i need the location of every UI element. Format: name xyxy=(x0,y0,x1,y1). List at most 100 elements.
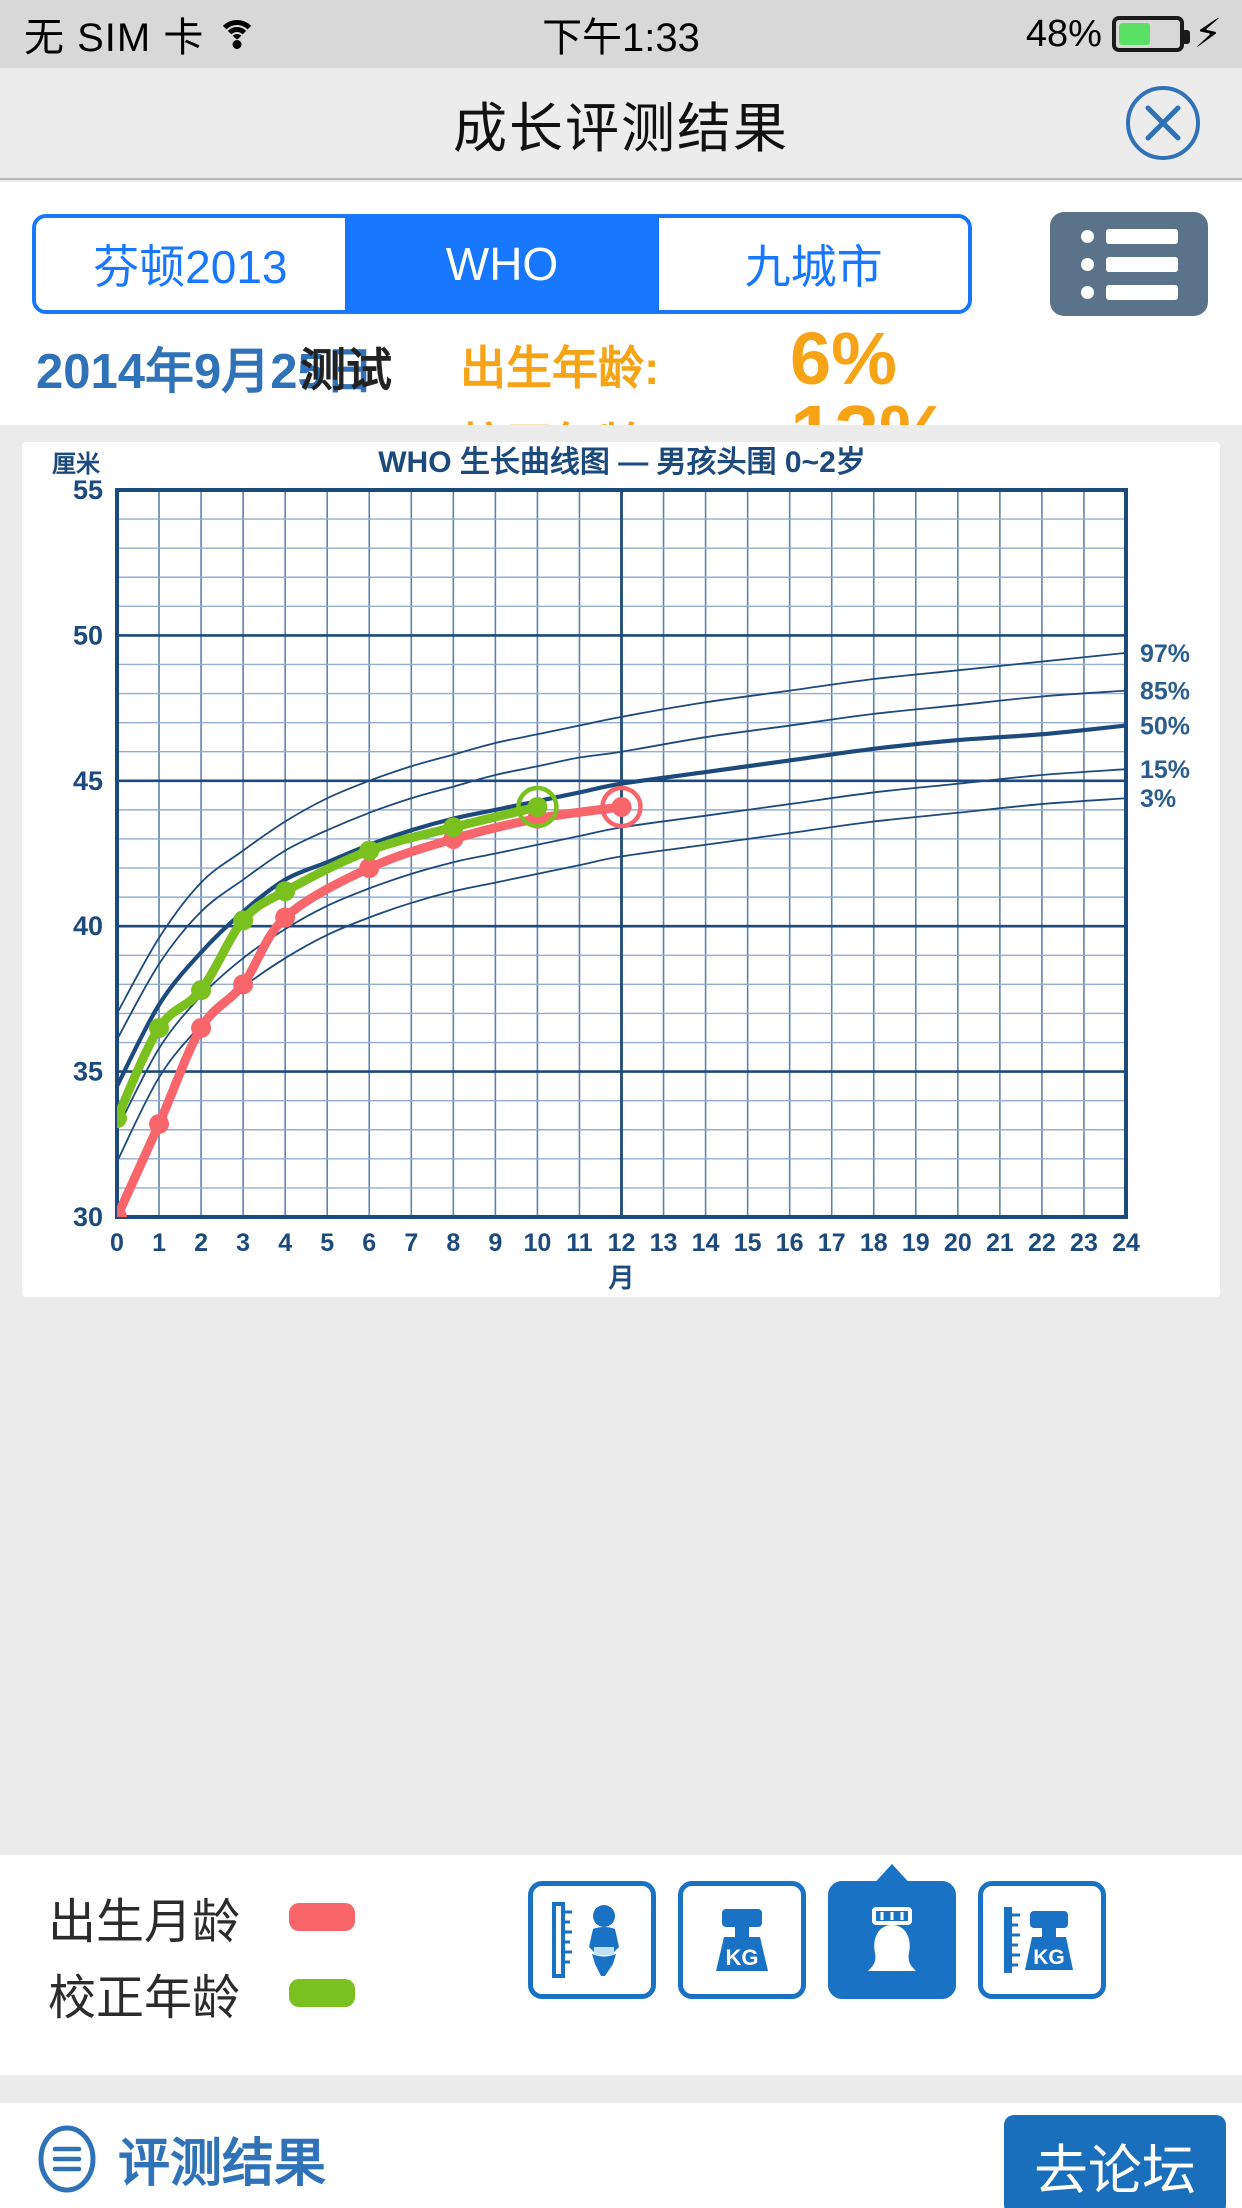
status-bar-right: 48% ⚡ xyxy=(1026,0,1222,68)
x-tick-label: 24 xyxy=(1112,1229,1140,1257)
x-tick-label: 5 xyxy=(320,1229,334,1257)
x-tick-label: 6 xyxy=(362,1229,376,1257)
x-tick-label: 2 xyxy=(194,1229,208,1257)
x-tick-label: 13 xyxy=(650,1229,678,1257)
data-point-birth-age xyxy=(611,796,632,817)
data-point-birth-age xyxy=(191,1017,212,1038)
legend-label-corrected-age: 校正年龄 xyxy=(48,1972,241,2025)
nav-bar: 成长评测结果 xyxy=(0,68,1242,180)
data-point-birth-age xyxy=(275,907,296,928)
x-tick-label: 16 xyxy=(776,1229,804,1257)
clock-label: 下午1:33 xyxy=(542,16,700,60)
x-tick-label: 12 xyxy=(608,1229,636,1257)
svg-text:KG: KG xyxy=(1033,1946,1065,1969)
tab-who[interactable]: WHO xyxy=(344,218,657,310)
legend-swatch-corrected-age xyxy=(289,1979,355,2007)
x-axis-ticks: 0 1 2 3 4 5 6 7 8 9 10 11 12 13 14 15 16 17 18 19 20 21 22 23 24 xyxy=(110,1229,1140,1257)
data-point-birth-age xyxy=(359,858,380,879)
series-legend: 出生月龄 校正年龄 xyxy=(48,1879,355,2031)
bottom-spacer xyxy=(0,2075,1242,2103)
y-tick-label: 30 xyxy=(73,1202,103,1232)
data-point-corrected-age xyxy=(117,1108,127,1129)
chart-unit-label: 厘米 xyxy=(52,451,100,478)
y-tick-label: 50 xyxy=(73,620,103,650)
length-weight-kg-icon[interactable]: KG xyxy=(978,1881,1106,1999)
status-bar: 无 SIM 卡 下午1:33 48% ⚡ xyxy=(0,0,1242,68)
go-to-forum-button[interactable]: 去论坛 xyxy=(1004,2115,1226,2208)
percentile-label-97pct: 97% xyxy=(1140,640,1190,668)
growth-chart-card[interactable]: 厘米 WHO 生长曲线图 — 男孩头围 0~2岁 30 35 40 45 50 55 0 1 2 3 4… xyxy=(22,442,1220,1297)
x-tick-label: 19 xyxy=(902,1229,930,1257)
x-tick-label: 23 xyxy=(1070,1229,1098,1257)
info-panel: 芬顿2013 WHO 九城市 2014年9月25日 测试 出生年龄: 6% 校正… xyxy=(0,182,1242,474)
legend-panel: 出生月龄 校正年龄 KG KG xyxy=(0,1855,1242,2075)
percentile-label-85pct: 85% xyxy=(1140,678,1190,706)
y-tick-label: 40 xyxy=(73,911,103,941)
data-point-corrected-age xyxy=(443,817,464,838)
birth-age-label: 出生年龄: xyxy=(460,342,660,394)
y-axis-ticks: 30 35 40 45 50 55 xyxy=(73,475,103,1232)
x-tick-label: 3 xyxy=(236,1229,250,1257)
percentile-label-3pct: 3% xyxy=(1140,785,1176,813)
percentile-label-50pct: 50% xyxy=(1140,713,1190,741)
tab-nine-cities[interactable]: 九城市 xyxy=(656,218,968,310)
y-tick-label: 45 xyxy=(73,766,103,796)
x-tick-label: 11 xyxy=(566,1229,593,1257)
list-menu-button[interactable] xyxy=(1050,212,1208,316)
result-list-icon xyxy=(36,2124,98,2194)
x-tick-label: 21 xyxy=(986,1229,1014,1257)
chart-title: WHO 生长曲线图 — 男孩头围 0~2岁 xyxy=(378,445,866,479)
baby-weight-kg-icon[interactable]: KG xyxy=(678,1881,806,1999)
battery-icon xyxy=(1111,16,1190,52)
x-tick-label: 9 xyxy=(488,1229,502,1257)
birth-age-value: 6% xyxy=(790,317,897,400)
lightning-bolt-icon: ⚡ xyxy=(1193,12,1222,56)
x-tick-label: 18 xyxy=(860,1229,888,1257)
y-tick-label: 35 xyxy=(73,1057,103,1087)
data-point-corrected-age xyxy=(359,840,380,861)
legend-item-birth-age: 出生月龄 xyxy=(48,1879,355,1955)
data-point-birth-age xyxy=(117,1207,127,1217)
page-title: 成长评测结果 xyxy=(453,98,789,159)
x-tick-label: 7 xyxy=(404,1229,418,1257)
chart-area: 厘米 WHO 生长曲线图 — 男孩头围 0~2岁 30 35 40 45 50 55 0 1 2 3 4… xyxy=(0,425,1242,1825)
data-point-corrected-age xyxy=(527,796,548,817)
x-tick-label: 10 xyxy=(524,1229,552,1257)
standard-selector-tabs: 芬顿2013 WHO 九城市 xyxy=(32,214,972,314)
close-circle-icon[interactable] xyxy=(1126,86,1200,160)
x-axis-label: 月 xyxy=(607,1263,634,1293)
percentile-labels: 97% 85% 50% 15%3% xyxy=(1140,640,1190,813)
x-tick-label: 8 xyxy=(446,1229,460,1257)
list-menu-icon xyxy=(1080,228,1178,300)
data-point-birth-age xyxy=(149,1113,170,1134)
result-tab[interactable]: 评测结果 xyxy=(36,2121,326,2196)
y-tick-label: 55 xyxy=(73,475,103,505)
x-tick-label: 0 xyxy=(110,1229,124,1257)
x-tick-label: 1 xyxy=(152,1229,166,1257)
data-point-birth-age xyxy=(233,974,254,995)
app-screen: 无 SIM 卡 下午1:33 48% ⚡ 成长评测结果 芬顿2013 WHO 九… xyxy=(0,0,1242,2208)
x-tick-label: 4 xyxy=(278,1229,292,1257)
child-name: 测试 xyxy=(300,344,392,396)
legend-swatch-birth-age xyxy=(289,1903,355,1931)
growth-chart-svg: 厘米 WHO 生长曲线图 — 男孩头围 0~2岁3035404550550 1 2 3 4… xyxy=(52,445,1190,1293)
data-point-corrected-age xyxy=(233,910,254,931)
birth-age-row: 出生年龄: 6% xyxy=(460,317,1220,400)
x-tick-label: 17 xyxy=(818,1229,846,1257)
legend-item-corrected-age: 校正年龄 xyxy=(48,1955,355,2031)
tab-fenton2013[interactable]: 芬顿2013 xyxy=(36,218,345,310)
data-point-corrected-age xyxy=(275,881,296,902)
x-tick-label: 15 xyxy=(734,1229,762,1257)
data-point-corrected-age xyxy=(149,1017,170,1038)
x-tick-label: 22 xyxy=(1028,1229,1056,1257)
measure-type-switcher: KG KG xyxy=(528,1881,1106,1999)
head-circumference-icon[interactable] xyxy=(828,1881,956,1999)
legend-label-birth-age: 出生月龄 xyxy=(48,1896,241,1949)
battery-percent-label: 48% xyxy=(1025,12,1102,55)
x-tick-label: 20 xyxy=(944,1229,972,1257)
baby-length-icon[interactable] xyxy=(528,1881,656,1999)
x-tick-label: 14 xyxy=(692,1229,720,1257)
data-point-corrected-age xyxy=(191,980,212,1001)
bottom-bar: 评测结果 去论坛 xyxy=(0,2103,1242,2208)
svg-text:KG: KG xyxy=(726,1945,759,1970)
